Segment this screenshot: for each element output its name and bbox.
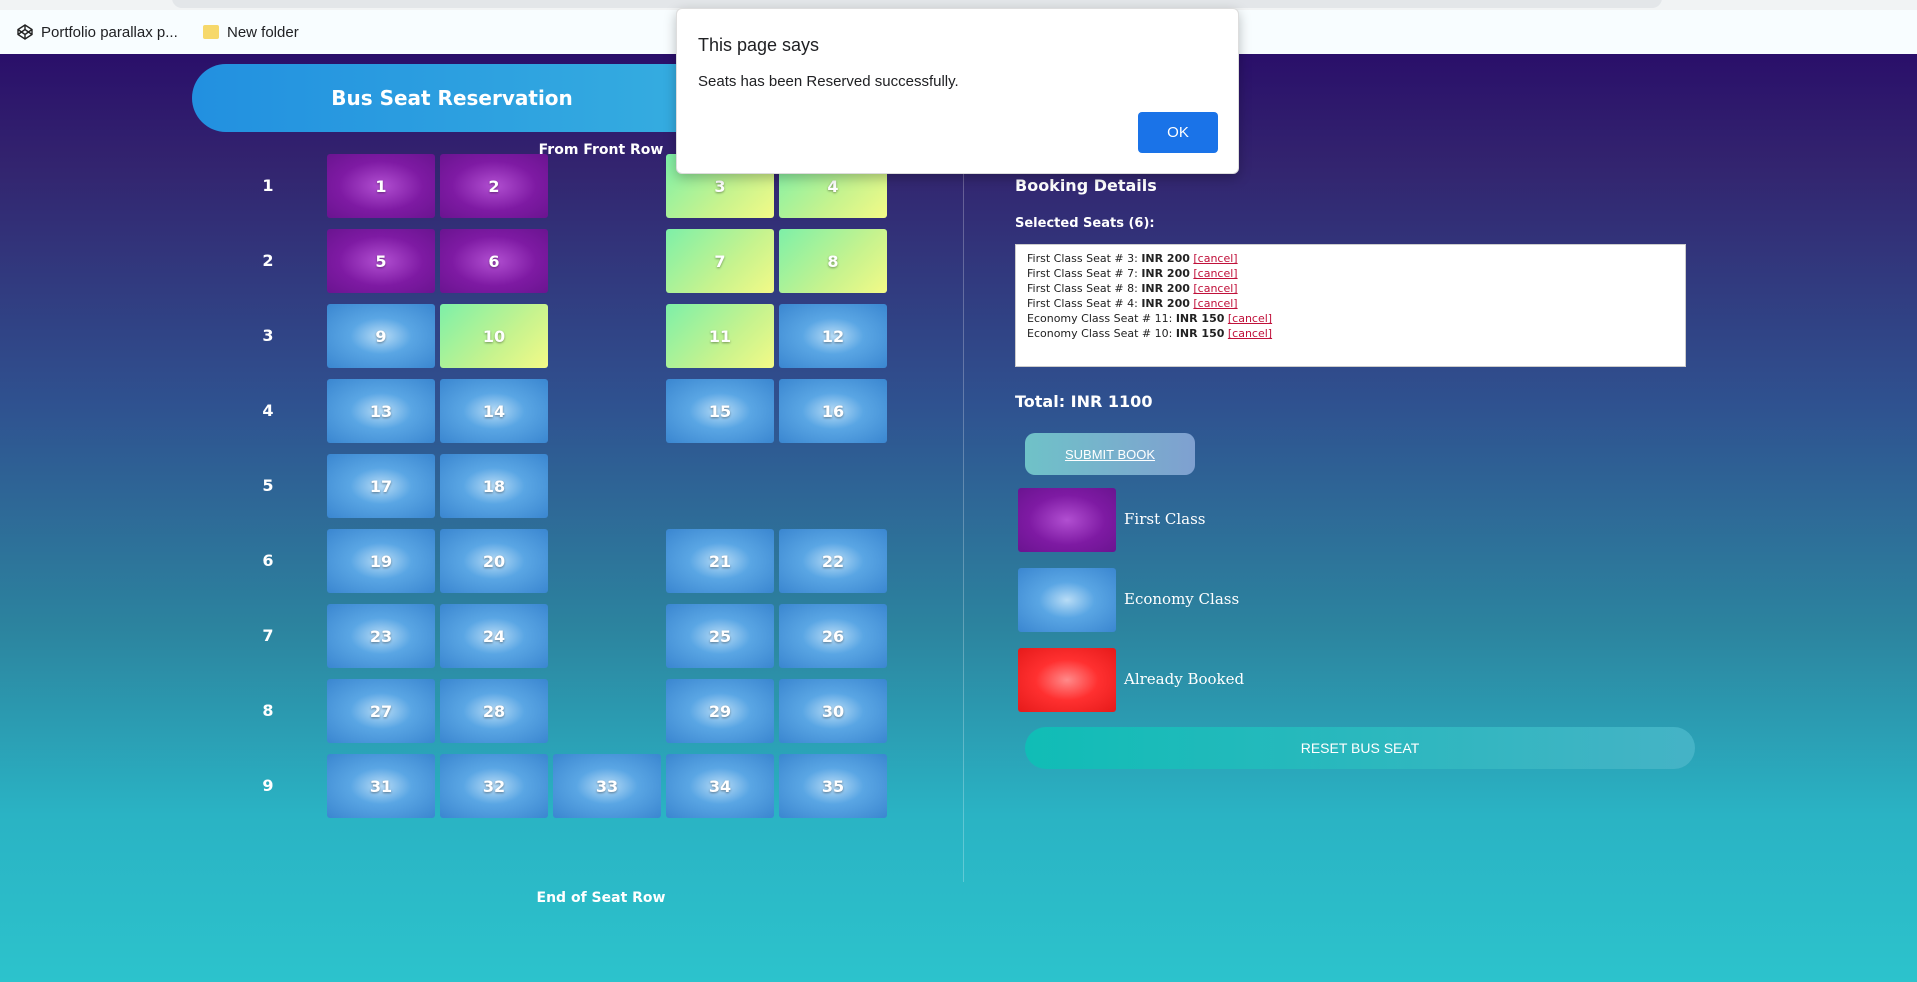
codepen-icon: [17, 24, 33, 40]
cancel-link[interactable]: [cancel]: [1193, 297, 1237, 310]
address-bar[interactable]: [172, 0, 1662, 8]
row-label: 8: [262, 701, 274, 720]
alert-title: This page says: [698, 35, 820, 55]
page-content: Bus Seat Reservation From Front Row 1234…: [0, 54, 1917, 982]
seat-label: First Class Seat # 4:: [1027, 297, 1138, 310]
cancel-link[interactable]: [cancel]: [1193, 252, 1237, 265]
seat-5[interactable]: 5: [327, 229, 435, 293]
seat-label: Economy Class Seat # 11:: [1027, 312, 1173, 325]
seat-price: INR 150: [1175, 312, 1225, 325]
seat-26[interactable]: 26: [779, 604, 887, 668]
seat-28[interactable]: 28: [440, 679, 548, 743]
seat-label: Economy Class Seat # 10:: [1027, 327, 1173, 340]
legend-label: Economy Class: [1124, 590, 1240, 608]
seat-8[interactable]: 8: [779, 229, 887, 293]
booking-details-title: Booking Details: [1015, 176, 1157, 195]
seat-34[interactable]: 34: [666, 754, 774, 818]
seat-label: First Class Seat # 7:: [1027, 267, 1138, 280]
seat-label: First Class Seat # 8:: [1027, 282, 1138, 295]
seat-18[interactable]: 18: [440, 454, 548, 518]
seat-19[interactable]: 19: [327, 529, 435, 593]
total-price: Total: INR 1100: [1015, 392, 1153, 411]
legend-label: First Class: [1124, 510, 1206, 528]
bookmark-label: Portfolio parallax p...: [41, 23, 178, 41]
seat-20[interactable]: 20: [440, 529, 548, 593]
seat-29[interactable]: 29: [666, 679, 774, 743]
seat-6[interactable]: 6: [440, 229, 548, 293]
row-label: 3: [262, 326, 274, 345]
seat-33[interactable]: 33: [553, 754, 661, 818]
seat-32[interactable]: 32: [440, 754, 548, 818]
seat-35[interactable]: 35: [779, 754, 887, 818]
row-label: 2: [262, 251, 274, 270]
seat-11[interactable]: 11: [666, 304, 774, 368]
legend-label: Already Booked: [1124, 670, 1245, 688]
end-row-label: End of Seat Row: [536, 890, 666, 906]
seat-22[interactable]: 22: [779, 529, 887, 593]
seat-price: INR 200: [1141, 282, 1190, 295]
submit-book-button[interactable]: SUBMIT BOOK: [1025, 433, 1195, 475]
seat-1[interactable]: 1: [327, 154, 435, 218]
seat-31[interactable]: 31: [327, 754, 435, 818]
seat-9[interactable]: 9: [327, 304, 435, 368]
alert-ok-button[interactable]: OK: [1138, 112, 1218, 153]
cancel-link[interactable]: [cancel]: [1228, 327, 1272, 340]
cancel-link[interactable]: [cancel]: [1228, 312, 1272, 325]
row-label: 7: [262, 626, 274, 645]
seat-label: First Class Seat # 3:: [1027, 252, 1138, 265]
seat-17[interactable]: 17: [327, 454, 435, 518]
selected-seat-item: Economy Class Seat # 11: INR 150 [cancel…: [1027, 311, 1674, 326]
seat-24[interactable]: 24: [440, 604, 548, 668]
seat-15[interactable]: 15: [666, 379, 774, 443]
row-label: 5: [262, 476, 274, 495]
selected-seat-item: First Class Seat # 8: INR 200 [cancel]: [1027, 281, 1674, 296]
seat-21[interactable]: 21: [666, 529, 774, 593]
page-title: Bus Seat Reservation: [192, 64, 712, 132]
bookmark-new-folder[interactable]: New folder: [203, 20, 299, 44]
vertical-divider: [963, 174, 964, 882]
reset-bus-seat-button[interactable]: RESET BUS SEAT: [1025, 727, 1695, 769]
bookmark-label: New folder: [227, 23, 299, 41]
seat-price: INR 200: [1141, 297, 1190, 310]
selected-seat-item: First Class Seat # 3: INR 200 [cancel]: [1027, 251, 1674, 266]
seat-23[interactable]: 23: [327, 604, 435, 668]
seat-16[interactable]: 16: [779, 379, 887, 443]
row-label: 4: [262, 401, 274, 420]
seat-25[interactable]: 25: [666, 604, 774, 668]
seat-13[interactable]: 13: [327, 379, 435, 443]
seat-30[interactable]: 30: [779, 679, 887, 743]
bookmark-portfolio[interactable]: Portfolio parallax p...: [17, 20, 178, 44]
seat-7[interactable]: 7: [666, 229, 774, 293]
alert-dialog: This page says Seats has been Reserved s…: [676, 8, 1239, 174]
cancel-link[interactable]: [cancel]: [1193, 282, 1237, 295]
selected-seats-list: First Class Seat # 3: INR 200 [cancel] Fi…: [1015, 244, 1686, 367]
seat-12[interactable]: 12: [779, 304, 887, 368]
seat-price: INR 150: [1175, 327, 1225, 340]
legend-swatch-booked: [1018, 648, 1116, 712]
seat-27[interactable]: 27: [327, 679, 435, 743]
legend-swatch-first: [1018, 488, 1116, 552]
row-label: 1: [262, 176, 274, 195]
cancel-link[interactable]: [cancel]: [1193, 267, 1237, 280]
row-label: 9: [262, 776, 274, 795]
folder-icon: [203, 25, 219, 39]
selected-seat-item: First Class Seat # 4: INR 200 [cancel]: [1027, 296, 1674, 311]
seat-2[interactable]: 2: [440, 154, 548, 218]
seat-price: INR 200: [1141, 267, 1190, 280]
selected-seat-item: First Class Seat # 7: INR 200 [cancel]: [1027, 266, 1674, 281]
seat-10[interactable]: 10: [440, 304, 548, 368]
alert-message: Seats has been Reserved successfully.: [698, 73, 959, 90]
seat-price: INR 200: [1141, 252, 1190, 265]
row-label: 6: [262, 551, 274, 570]
selected-seat-item: Economy Class Seat # 10: INR 150 [cancel…: [1027, 326, 1674, 341]
seat-14[interactable]: 14: [440, 379, 548, 443]
legend-swatch-economy: [1018, 568, 1116, 632]
selected-seats-title: Selected Seats (6):: [1015, 216, 1155, 231]
